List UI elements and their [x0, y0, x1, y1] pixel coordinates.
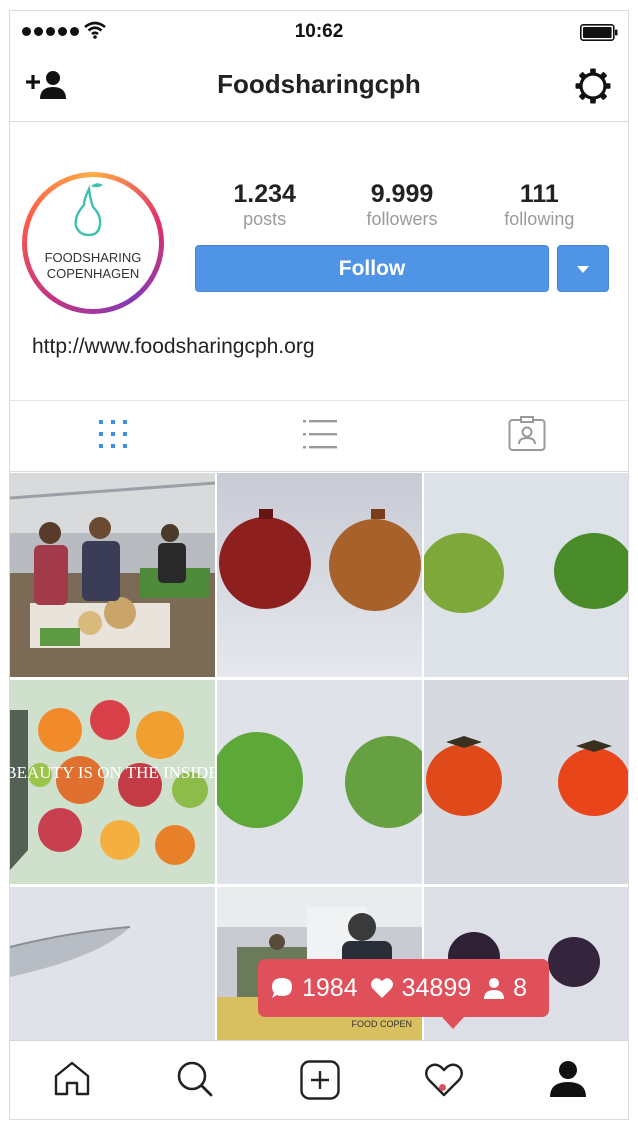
followers-stat[interactable]: 9.999 followers — [333, 180, 470, 230]
followers-count: 9.999 — [370, 180, 434, 208]
grid-photo-persimmons[interactable] — [424, 680, 628, 884]
profile-username-title: Foodsharingcph — [217, 69, 421, 99]
activity-unread-dot — [439, 1084, 446, 1091]
grid-photo-knife[interactable] — [10, 887, 215, 1043]
pear-logo: FOODSHARING COPENHAGEN — [45, 183, 142, 281]
list-view-icon[interactable] — [303, 419, 337, 449]
profile-icon[interactable] — [548, 1060, 588, 1098]
profile-view-tabs — [10, 400, 628, 472]
follow-button[interactable]: Follow — [195, 245, 549, 292]
nav-bar: Foodsharingcph — [10, 55, 628, 122]
person-icon — [484, 978, 505, 999]
profile-avatar[interactable]: FOODSHARING COPENHAGEN — [22, 172, 164, 314]
battery-icon — [580, 24, 618, 41]
heart-icon — [370, 978, 393, 998]
activity-notification-bubble[interactable]: 1984 34899 8 — [258, 959, 549, 1029]
photo-grid: BEAUTY IS ON THE INSIDE FOOD COPEN — [10, 473, 628, 1043]
grid-photo-cut-fruit[interactable]: BEAUTY IS ON THE INSIDE — [10, 680, 215, 884]
grid-photo-crop-label: FOOD COPEN — [351, 1019, 412, 1029]
notification-likes-count: 34899 — [401, 973, 472, 1002]
following-label: following — [504, 209, 575, 229]
grid-photo-limes[interactable] — [424, 473, 628, 677]
bottom-tab-bar — [10, 1040, 628, 1119]
profile-website-link[interactable]: http://www.foodsharingcph.org — [32, 335, 315, 359]
caret-down-icon — [577, 266, 589, 273]
followers-label: followers — [366, 209, 438, 229]
posts-count: 1.234 — [233, 180, 296, 208]
profile-stats: 1.234 posts 9.999 followers 111 followin… — [196, 180, 608, 230]
grid-view-icon[interactable] — [98, 419, 128, 449]
suggestions-dropdown-button[interactable] — [557, 245, 609, 292]
status-time: 10:62 — [294, 21, 344, 42]
status-bar: 10:62 — [10, 11, 628, 55]
tagged-photos-icon[interactable] — [508, 416, 546, 452]
add-post-icon[interactable] — [300, 1060, 340, 1100]
following-stat[interactable]: 111 following — [471, 180, 608, 230]
search-icon[interactable] — [176, 1060, 214, 1098]
gear-icon[interactable] — [574, 67, 612, 105]
grid-photo-apples[interactable] — [217, 680, 422, 884]
grid-photo-pomegranates[interactable] — [217, 473, 422, 677]
grid-photo-volunteers[interactable] — [10, 473, 215, 677]
avatar-text-line2: COPENHAGEN — [47, 266, 139, 281]
following-count: 111 — [519, 180, 559, 208]
notification-pointer — [442, 1017, 464, 1029]
grid-photo-overlay-text: BEAUTY IS ON THE INSIDE — [10, 763, 215, 782]
comment-bubble-icon — [272, 978, 292, 998]
posts-label: posts — [243, 209, 287, 229]
phone-frame: 10:62 Foodsharingcph FOODSHARING COPENHA… — [9, 10, 629, 1120]
heart-activity-icon[interactable] — [424, 1062, 464, 1098]
notification-comments-count: 1984 — [302, 973, 358, 1002]
posts-stat[interactable]: 1.234 posts — [196, 180, 333, 230]
home-icon[interactable] — [53, 1060, 91, 1096]
notification-follows-count: 8 — [513, 973, 528, 1002]
avatar-text-line1: FOODSHARING — [45, 250, 142, 265]
profile-header: FOODSHARING COPENHAGEN 1.234 posts 9.999… — [10, 122, 628, 399]
